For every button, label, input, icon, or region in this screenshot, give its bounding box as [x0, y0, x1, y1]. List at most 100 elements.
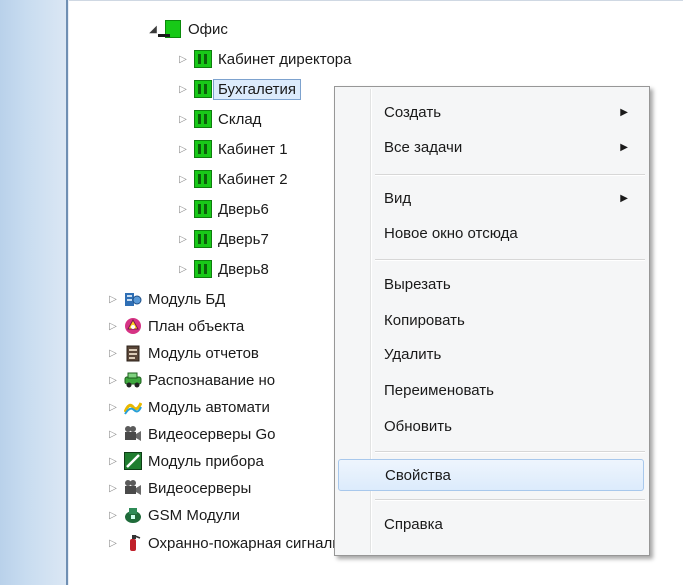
tree-item-label: Дверь6: [218, 200, 269, 218]
site-plan-icon: [124, 317, 142, 335]
expand-arrow-icon[interactable]: ▷: [176, 54, 190, 65]
menu-item-label: Переименовать: [384, 381, 494, 399]
menu-item-cut[interactable]: Вырезать: [338, 269, 644, 299]
database-module-icon: [124, 290, 142, 308]
menu-item-label: Удалить: [384, 345, 442, 363]
tree-item-room[interactable]: ▷ Кабинет 1: [176, 136, 288, 162]
expand-arrow-icon[interactable]: ▷: [106, 402, 120, 413]
tree-item-office[interactable]: ◢ Офис: [146, 16, 228, 42]
expand-arrow-icon[interactable]: ▷: [106, 456, 120, 467]
expand-arrow-icon[interactable]: ▷: [106, 538, 120, 549]
submenu-arrow-icon: ▶: [620, 141, 628, 153]
video-server-icon: [124, 479, 142, 497]
menu-item-label: Все задачи: [384, 138, 463, 156]
expand-arrow-icon[interactable]: ▷: [176, 114, 190, 125]
menu-item-label: Вырезать: [384, 275, 451, 293]
expand-arrow-icon[interactable]: ▷: [176, 264, 190, 275]
tree-item-label: Распознавание но: [148, 371, 276, 389]
menu-item-copy[interactable]: Копировать: [338, 305, 644, 335]
top-border: [69, 0, 683, 1]
office-folder-icon: [158, 20, 182, 38]
tree-item-label: Модуль БД: [148, 290, 226, 308]
tree-item-label: Модуль отчетов: [148, 344, 259, 362]
menu-item-refresh[interactable]: Обновить: [338, 411, 644, 441]
tree-item-label: Офис: [188, 20, 228, 38]
expand-arrow-icon[interactable]: ▷: [106, 483, 120, 494]
tree-item-module[interactable]: ▷ GSM Модули: [106, 502, 240, 528]
expand-arrow-icon[interactable]: ▷: [176, 84, 190, 95]
expand-arrow-icon[interactable]: ▷: [106, 348, 120, 359]
tree-item-label: Бухгалетия: [213, 78, 301, 100]
expand-arrow-icon[interactable]: ▷: [106, 429, 120, 440]
menu-separator: [375, 499, 645, 501]
gsm-icon: [124, 506, 142, 524]
tree-item-label: Кабинет 2: [218, 170, 288, 188]
door-icon: [194, 230, 212, 248]
tree-item-room[interactable]: ▷ Склад: [176, 106, 261, 132]
expand-arrow-icon[interactable]: ▷: [176, 144, 190, 155]
door-icon: [194, 80, 212, 98]
expand-arrow-icon[interactable]: ▷: [106, 510, 120, 521]
tree-item-label: Дверь7: [218, 230, 269, 248]
tree-item-module[interactable]: ▷ Видеосерверы: [106, 475, 251, 501]
door-icon: [194, 260, 212, 278]
fire-alarm-icon: [124, 534, 142, 552]
tree-item-room[interactable]: ▷ Кабинет 2: [176, 166, 288, 192]
door-icon: [194, 140, 212, 158]
menu-item-help[interactable]: Справка: [338, 509, 644, 539]
menu-separator: [375, 174, 645, 176]
tree-item-label: Модуль прибора: [148, 452, 264, 470]
door-icon: [194, 200, 212, 218]
tree-item-label: Кабинет директора: [218, 50, 352, 68]
menu-item-label: Создать: [384, 103, 442, 121]
frame-border-highlight: [68, 0, 69, 585]
tree-item-module[interactable]: ▷ Модуль автомати: [106, 394, 270, 420]
menu-item-create[interactable]: Создать ▶: [338, 97, 644, 127]
submenu-arrow-icon: ▶: [620, 106, 628, 118]
expand-arrow-icon[interactable]: ▷: [176, 234, 190, 245]
menu-separator: [375, 259, 645, 261]
menu-item-view[interactable]: Вид ▶: [338, 183, 644, 213]
expand-arrow-icon[interactable]: ▷: [176, 204, 190, 215]
expand-arrow-icon[interactable]: ▷: [106, 294, 120, 305]
menu-item-new-window[interactable]: Новое окно отсюда: [338, 218, 644, 248]
collapse-arrow-icon[interactable]: ◢: [146, 24, 160, 35]
expand-arrow-icon[interactable]: ▷: [176, 174, 190, 185]
tree-item-module[interactable]: ▷ Модуль отчетов: [106, 340, 259, 366]
expand-arrow-icon[interactable]: ▷: [106, 321, 120, 332]
tree-item-label: Кабинет 1: [218, 140, 288, 158]
tree-item-room[interactable]: ▷ Кабинет директора: [176, 46, 352, 72]
menu-item-label: Новое окно отсюда: [384, 224, 518, 242]
tree-item-label: План объекта: [148, 317, 245, 335]
tree-item-door[interactable]: ▷ Дверь7: [176, 226, 269, 252]
menu-item-rename[interactable]: Переименовать: [338, 375, 644, 405]
menu-item-label: Свойства: [385, 466, 451, 484]
door-icon: [194, 50, 212, 68]
automation-icon: [124, 398, 142, 416]
expand-arrow-icon[interactable]: ▷: [106, 375, 120, 386]
tree-item-label: Видеосерверы: [148, 479, 252, 497]
tree-item-module[interactable]: ▷ Модуль БД: [106, 286, 225, 312]
device-module-icon: [124, 452, 142, 470]
tree-item-label: Модуль автомати: [148, 398, 270, 416]
tree-item-room-selected[interactable]: ▷ Бухгалетия: [176, 76, 301, 102]
context-menu: Создать ▶ Все задачи ▶ Вид ▶ Новое окно …: [334, 86, 650, 556]
menu-item-properties[interactable]: Свойства: [338, 459, 644, 491]
door-icon: [194, 110, 212, 128]
menu-item-delete[interactable]: Удалить: [338, 339, 644, 369]
menu-item-label: Справка: [384, 515, 443, 533]
tree-item-label: Дверь8: [218, 260, 269, 278]
tree-item-door[interactable]: ▷ Дверь6: [176, 196, 269, 222]
menu-separator: [375, 451, 645, 453]
tree-item-module[interactable]: ▷ Видеосерверы Go: [106, 421, 275, 447]
submenu-arrow-icon: ▶: [620, 192, 628, 204]
tree-item-door[interactable]: ▷ Дверь8: [176, 256, 269, 282]
tree-item-module[interactable]: ▷ Модуль прибора: [106, 448, 264, 474]
tree-item-label: GSM Модули: [148, 506, 241, 524]
menu-item-label: Копировать: [384, 311, 465, 329]
tree-item-module[interactable]: ▷ План объекта: [106, 313, 244, 339]
window-frame-left: [0, 0, 66, 585]
menu-item-all-tasks[interactable]: Все задачи ▶: [338, 132, 644, 162]
tree-item-module[interactable]: ▷ Распознавание но: [106, 367, 275, 393]
menu-item-label: Обновить: [384, 417, 452, 435]
